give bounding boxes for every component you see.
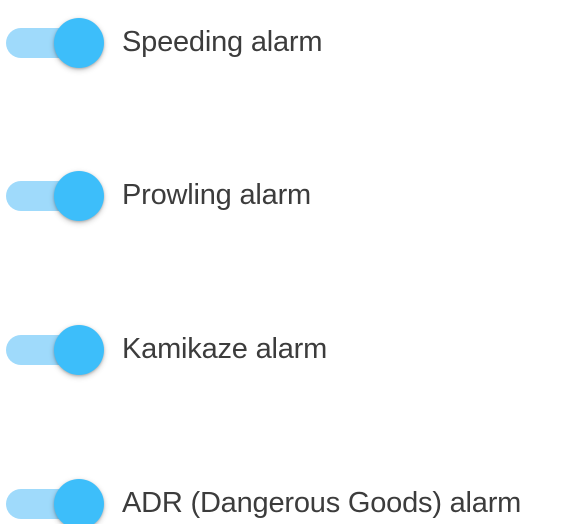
toggle-thumb (54, 479, 104, 524)
prowling-alarm-label: Prowling alarm (122, 179, 311, 211)
kamikaze-alarm-toggle[interactable] (6, 325, 104, 375)
adr-alarm-label: ADR (Dangerous Goods) alarm (122, 487, 522, 519)
alarm-setting-prowling: Prowling alarm (0, 157, 568, 227)
alarm-setting-speeding: Speeding alarm (0, 4, 568, 74)
alarm-setting-kamikaze: Kamikaze alarm (0, 311, 568, 381)
adr-alarm-toggle[interactable] (6, 479, 104, 524)
speeding-alarm-toggle[interactable] (6, 18, 104, 68)
toggle-thumb (54, 171, 104, 221)
alarm-setting-adr: ADR (Dangerous Goods) alarm (0, 465, 568, 524)
toggle-thumb (54, 18, 104, 68)
toggle-thumb (54, 325, 104, 375)
prowling-alarm-toggle[interactable] (6, 171, 104, 221)
speeding-alarm-label: Speeding alarm (122, 26, 323, 58)
kamikaze-alarm-label: Kamikaze alarm (122, 333, 328, 365)
